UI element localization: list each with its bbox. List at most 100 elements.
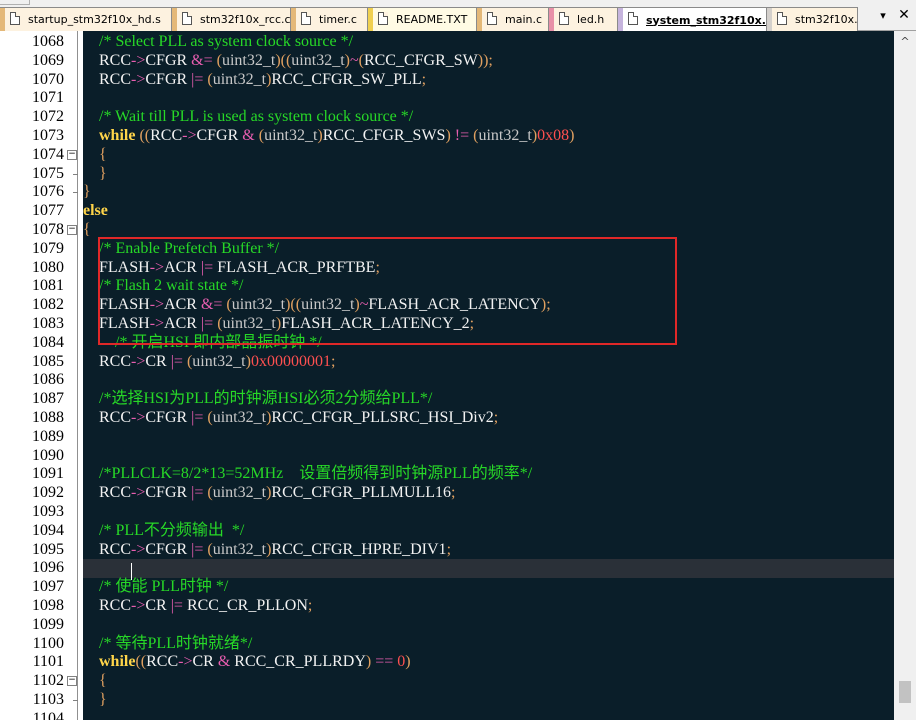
code-token: |= bbox=[170, 352, 183, 370]
code-line[interactable]: RCC->CFGR |= (uint32_t)RCC_CFGR_PLLMULL1… bbox=[83, 484, 894, 503]
code-line[interactable]: { bbox=[83, 672, 894, 691]
fold-collapse-icon[interactable]: − bbox=[67, 149, 77, 160]
code-line[interactable]: /* 等待PLL时钟就绪*/ bbox=[83, 635, 894, 654]
tab-system-stm32f10x-c[interactable]: system_stm32f10x.c bbox=[617, 7, 767, 32]
code-line[interactable]: RCC->CFGR |= (uint32_t)RCC_CFGR_PLLSRC_H… bbox=[83, 409, 894, 428]
code-token: |= bbox=[170, 596, 183, 614]
code-token: -> bbox=[131, 540, 146, 558]
tab-led-h[interactable]: led.h bbox=[548, 7, 618, 31]
line-number: 1100 bbox=[32, 634, 64, 652]
tab-startup-stm32f10x-hd-s[interactable]: startup_stm32f10x_hd.s bbox=[0, 7, 172, 31]
code-line[interactable]: } bbox=[83, 183, 894, 202]
line-number: 1090 bbox=[32, 446, 64, 464]
code-line[interactable] bbox=[83, 89, 894, 108]
tab-stm32f10x-h[interactable]: stm32f10x.h bbox=[766, 7, 858, 31]
code-token: { bbox=[83, 220, 91, 238]
tab-timer-c[interactable]: timer.c bbox=[290, 7, 368, 31]
code-token: ; bbox=[451, 484, 456, 502]
code-line[interactable]: /* Select PLL as system clock source */ bbox=[83, 33, 894, 52]
tab-color-edge bbox=[549, 8, 554, 31]
vertical-scrollbar[interactable]: ^ bbox=[894, 31, 916, 720]
line-number: 1079 bbox=[32, 239, 64, 257]
line-number: 1069 bbox=[32, 51, 64, 69]
fold-collapse-icon[interactable]: − bbox=[67, 676, 77, 687]
tab-stm32f10x-rcc-c[interactable]: stm32f10x_rcc.c bbox=[171, 7, 291, 31]
code-token: /*PLLCLK=8/2*13=52MHz 设置倍频得到时钟源PLL的频率*/ bbox=[99, 465, 533, 483]
line-number: 1068 bbox=[32, 33, 64, 50]
code-editor[interactable]: /* Select PLL as system clock source */ … bbox=[83, 31, 894, 720]
file-icon bbox=[487, 12, 497, 25]
code-token: RCC bbox=[83, 596, 132, 614]
tab-label: README.TXT bbox=[396, 13, 468, 26]
code-token: RCC bbox=[150, 126, 183, 144]
fold-collapse-icon[interactable]: − bbox=[67, 225, 77, 235]
code-line[interactable]: { bbox=[83, 146, 894, 165]
tab-main-c[interactable]: main.c bbox=[476, 7, 549, 31]
code-line[interactable]: } bbox=[83, 165, 894, 184]
code-token: RCC bbox=[83, 70, 132, 88]
code-token: { bbox=[83, 145, 107, 163]
code-token: uint32_t bbox=[478, 126, 532, 144]
line-number: 1076 bbox=[32, 183, 64, 201]
code-token: -> bbox=[131, 596, 146, 614]
code-token: RCC bbox=[83, 352, 132, 370]
code-token: RCC_CR_PLLON bbox=[182, 596, 308, 614]
code-token: RCC_CFGR_SWS bbox=[322, 126, 446, 144]
code-token: -> bbox=[131, 484, 146, 502]
code-line[interactable]: RCC->CR |= RCC_CR_PLLON; bbox=[83, 597, 894, 616]
code-token: ; bbox=[446, 540, 452, 558]
code-line[interactable] bbox=[83, 371, 894, 390]
line-number-gutter: 1068 1069 1070 1071 1072 1073 1074 1075 1076 1077… bbox=[0, 31, 83, 720]
code-line[interactable] bbox=[83, 616, 894, 635]
line-number: 1087 bbox=[32, 390, 64, 408]
code-line[interactable] bbox=[83, 710, 894, 720]
close-tab-icon[interactable]: ✕ bbox=[897, 8, 911, 22]
tab-label: main.c bbox=[505, 13, 543, 26]
code-token: CR bbox=[192, 653, 218, 671]
fold-end-tick bbox=[73, 700, 78, 701]
code-token: } bbox=[83, 183, 91, 201]
code-line[interactable] bbox=[83, 428, 894, 447]
tab-readme-txt[interactable]: README.TXT bbox=[367, 7, 477, 31]
code-line[interactable]: RCC->CFGR |= (uint32_t)RCC_CFGR_HPRE_DIV… bbox=[83, 541, 894, 560]
code-line[interactable]: /* 使能 PLL时钟 */ bbox=[83, 578, 894, 597]
line-number: 1086 bbox=[32, 371, 64, 389]
code-line[interactable]: /* PLL不分频输出 */ bbox=[83, 522, 894, 541]
code-token: else bbox=[83, 202, 108, 220]
scroll-up-arrow-icon[interactable]: ^ bbox=[894, 34, 916, 50]
line-number: 1102 bbox=[32, 672, 64, 690]
code-token: |= bbox=[191, 540, 204, 558]
code-token: |= bbox=[191, 484, 204, 502]
code-lines[interactable]: /* Select PLL as system clock source */ … bbox=[83, 33, 894, 720]
code-token: } bbox=[83, 164, 107, 182]
tab-list-dropdown-icon[interactable]: ▾ bbox=[876, 9, 890, 23]
code-line[interactable]: while ((RCC->CFGR & (uint32_t)RCC_CFGR_S… bbox=[83, 127, 894, 146]
code-token: -> bbox=[178, 653, 193, 671]
line-number: 1074 bbox=[32, 145, 64, 163]
tab-label: stm32f10x_rcc.c bbox=[200, 13, 291, 26]
code-line[interactable]: RCC->CR |= (uint32_t)0x00000001; bbox=[83, 353, 894, 372]
line-number: 1101 bbox=[32, 653, 64, 671]
code-line[interactable]: /* Wait till PLL is used as system clock… bbox=[83, 108, 894, 127]
line-number: 1071 bbox=[32, 89, 64, 107]
code-line[interactable]: /*选择HSI为PLL的时钟源HSI必须2分频给PLL*/ bbox=[83, 390, 894, 409]
code-token: |= bbox=[191, 70, 204, 88]
tab-label: system_stm32f10x.c bbox=[646, 13, 767, 27]
code-line[interactable]: } bbox=[83, 691, 894, 710]
line-number: 1070 bbox=[32, 70, 64, 88]
current-code-line[interactable] bbox=[83, 559, 894, 579]
code-line[interactable]: /*PLLCLK=8/2*13=52MHz 设置倍频得到时钟源PLL的频率*/ bbox=[83, 465, 894, 484]
scrollbar-thumb[interactable] bbox=[899, 681, 911, 703]
text-caret bbox=[131, 563, 132, 580]
code-line[interactable] bbox=[83, 503, 894, 522]
code-token: ) bbox=[405, 653, 411, 671]
file-icon bbox=[301, 12, 311, 25]
code-line[interactable] bbox=[83, 447, 894, 466]
code-line[interactable]: while((RCC->CR & RCC_CR_PLLRDY) == 0) bbox=[83, 653, 894, 672]
code-line[interactable]: RCC->CFGR |= (uint32_t)RCC_CFGR_SW_PLL; bbox=[83, 71, 894, 90]
tab-color-edge bbox=[477, 8, 482, 31]
code-line[interactable]: RCC->CFGR &= (uint32_t)((uint32_t)~(RCC_… bbox=[83, 52, 894, 71]
code-token: uint32_t bbox=[221, 51, 276, 69]
code-line[interactable]: else bbox=[83, 202, 894, 221]
